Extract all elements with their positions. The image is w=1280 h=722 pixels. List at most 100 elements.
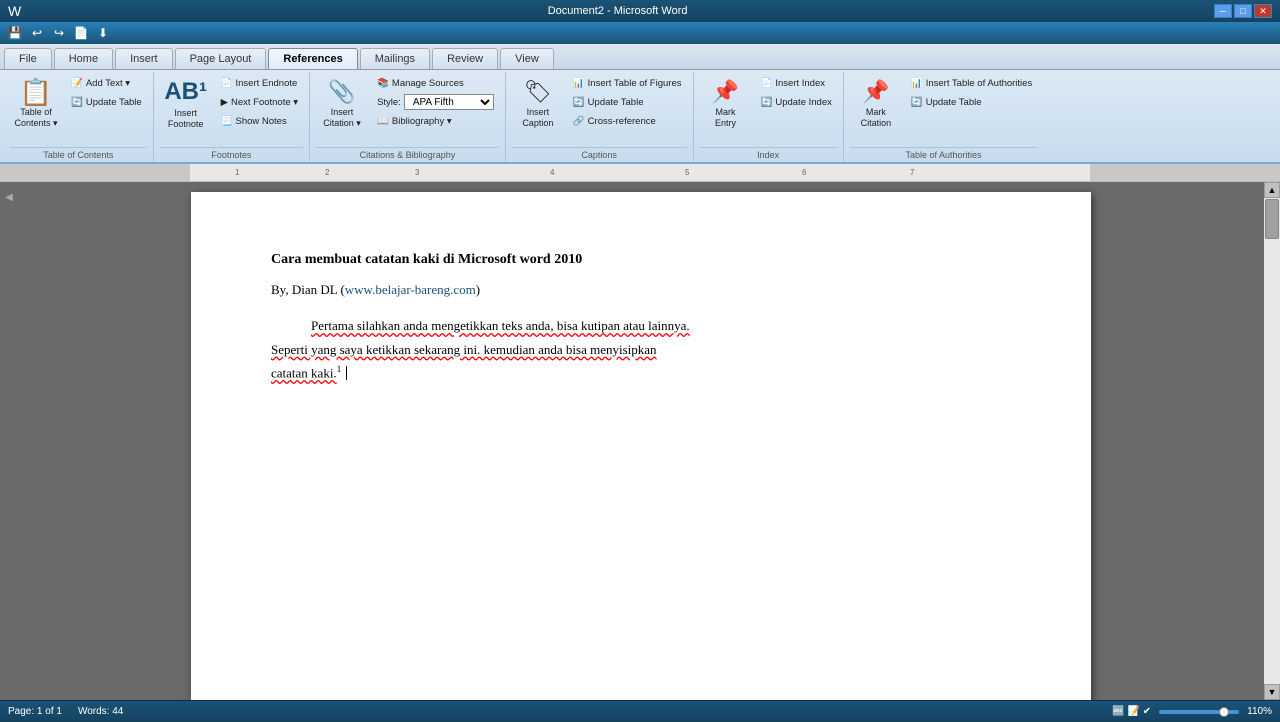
undo-quick-btn[interactable]: ↩ — [28, 24, 46, 42]
citation-label: InsertCitation ▾ — [323, 107, 361, 129]
paragraph-2: Seperti yang saya ketikkan sekarang ini.… — [271, 340, 1011, 360]
mark-citation-label: MarkCitation — [861, 107, 892, 129]
toc-label: Table ofContents ▾ — [14, 107, 57, 129]
manage-sources-button[interactable]: 📚 Manage Sources — [372, 74, 499, 92]
word-icon: W — [8, 3, 21, 19]
text-cursor — [346, 366, 347, 380]
insert-table-figures-label: Insert Table of Figures — [588, 78, 682, 89]
insert-caption-button[interactable]: 🏷 InsertCaption — [512, 74, 564, 134]
manage-sources-label: Manage Sources — [392, 78, 464, 89]
update-cap-icon: 🔄 — [573, 97, 585, 108]
document-body: Pertama silahkan anda mengetikkan teks a… — [271, 316, 1011, 383]
table-of-contents-button[interactable]: 📋 Table ofContents ▾ — [10, 74, 62, 134]
author-suffix: ) — [476, 282, 480, 297]
insert-table-auth-button[interactable]: 📊 Insert Table of Authorities — [906, 74, 1037, 92]
update-table-toc-label: Update Table — [86, 97, 142, 108]
ruler: 1 2 3 4 5 6 7 — [0, 164, 1280, 182]
page-status: Page: 1 of 1 — [8, 706, 62, 717]
document-title: Cara membuat catatan kaki di Microsoft w… — [271, 252, 1011, 268]
left-nav-btn[interactable]: ◀ — [5, 192, 13, 203]
update-table-toc-button[interactable]: 🔄 Update Table — [66, 93, 147, 111]
document-page[interactable]: Cara membuat catatan kaki di Microsoft w… — [191, 192, 1091, 700]
zoom-thumb[interactable] — [1219, 707, 1229, 717]
mark-entry-button[interactable]: 📌 MarkEntry — [700, 74, 752, 134]
tab-view[interactable]: View — [500, 48, 554, 69]
update-table-captions-label: Update Table — [588, 97, 644, 108]
insert-table-figures-button[interactable]: 📊 Insert Table of Figures — [568, 74, 687, 92]
cross-reference-button[interactable]: 🔗 Cross-reference — [568, 112, 687, 130]
table-fig-icon: 📊 — [573, 78, 585, 89]
insert-endnote-button[interactable]: 📄 Insert Endnote — [216, 74, 303, 92]
scroll-thumb[interactable] — [1265, 199, 1279, 239]
insert-caption-label: InsertCaption — [522, 107, 553, 129]
word-count: Words: 44 — [78, 706, 123, 717]
captions-group-label: Captions — [512, 147, 687, 160]
mark-citation-button[interactable]: 📌 MarkCitation — [850, 74, 902, 134]
maximize-button[interactable]: □ — [1234, 4, 1252, 18]
scroll-up-btn[interactable]: ▲ — [1264, 182, 1280, 198]
tab-file[interactable]: File — [4, 48, 52, 69]
tab-review[interactable]: Review — [432, 48, 498, 69]
insert-citation-button[interactable]: 📎 InsertCitation ▾ — [316, 74, 368, 134]
bibliography-label: Bibliography ▾ — [392, 116, 452, 127]
authorities-group-label: Table of Authorities — [850, 147, 1037, 160]
next-footnote-button[interactable]: ▶ Next Footnote ▾ — [216, 93, 303, 111]
zoom-level: 110% — [1247, 706, 1272, 717]
insert-footnote-button[interactable]: AB¹ InsertFootnote — [160, 74, 212, 134]
show-notes-button[interactable]: 📃 Show Notes — [216, 112, 303, 130]
style-label: Style: — [377, 97, 401, 108]
para2-text: Seperti yang saya ketikkan sekarang ini.… — [271, 342, 657, 357]
quick-access-toolbar: 💾 ↩ ↪ 📄 ⬇ — [0, 22, 1280, 44]
tab-mailings[interactable]: Mailings — [360, 48, 430, 69]
update-toc-icon: 🔄 — [71, 97, 83, 108]
next-footnote-label: Next Footnote ▾ — [231, 97, 298, 108]
status-icons: 🔤 📝 ✔ — [1112, 706, 1151, 717]
add-text-button[interactable]: 📝 Add Text ▾ — [66, 74, 147, 92]
paragraph-3: catatan kaki.1 — [271, 363, 1011, 383]
bib-icon: 📖 — [377, 116, 389, 127]
close-button[interactable]: ✕ — [1254, 4, 1272, 18]
ribbon: 📋 Table ofContents ▾ 📝 Add Text ▾ 🔄 Upda… — [0, 70, 1280, 164]
style-select[interactable]: APA Fifth — [404, 94, 494, 110]
bibliography-button[interactable]: 📖 Bibliography ▾ — [372, 112, 499, 130]
endnote-icon: 📄 — [221, 78, 233, 89]
title-bar-title: Document2 - Microsoft Word — [21, 5, 1214, 17]
redo-quick-btn[interactable]: ↪ — [50, 24, 68, 42]
next-fn-icon: ▶ — [221, 97, 228, 108]
title-bar-controls: ─ □ ✕ — [1214, 4, 1272, 18]
ribbon-group-citations: 📎 InsertCitation ▾ 📚 Manage Sources Styl… — [310, 72, 506, 162]
cross-reference-label: Cross-reference — [588, 116, 656, 127]
para1-text: Pertama silahkan anda mengetikkan teks a… — [311, 318, 690, 333]
new-doc-quick-btn[interactable]: 📄 — [72, 24, 90, 42]
main-area: ◀ Cara membuat catatan kaki di Microsoft… — [0, 182, 1280, 700]
author-link[interactable]: www.belajar-bareng.com — [345, 282, 476, 297]
insert-index-button[interactable]: 📄 Insert Index — [756, 74, 837, 92]
update-table-captions-button[interactable]: 🔄 Update Table — [568, 93, 687, 111]
update-index-button[interactable]: 🔄 Update Index — [756, 93, 837, 111]
zoom-slider[interactable] — [1159, 710, 1239, 714]
scrollbar-vertical[interactable]: ▲ ▼ — [1264, 182, 1280, 700]
tab-references[interactable]: References — [268, 48, 357, 69]
tab-page-layout[interactable]: Page Layout — [175, 48, 267, 69]
ribbon-group-authorities: 📌 MarkCitation 📊 Insert Table of Authori… — [844, 72, 1043, 162]
insert-endnote-label: Insert Endnote — [236, 78, 298, 89]
update-table-auth-button[interactable]: 🔄 Update Table — [906, 93, 1037, 111]
insert-idx-icon: 📄 — [761, 78, 773, 89]
scroll-down-btn[interactable]: ▼ — [1264, 684, 1280, 700]
show-notes-label: Show Notes — [236, 116, 287, 127]
update-idx-icon: 🔄 — [761, 97, 773, 108]
document-area: Cara membuat catatan kaki di Microsoft w… — [18, 182, 1264, 700]
tab-insert[interactable]: Insert — [115, 48, 173, 69]
left-scroll-btn: ◀ — [0, 182, 18, 700]
style-dropdown[interactable]: Style: APA Fifth — [372, 93, 499, 111]
ribbon-group-index: 📌 MarkEntry 📄 Insert Index 🔄 Update Inde… — [694, 72, 844, 162]
open-quick-btn[interactable]: ⬇ — [94, 24, 112, 42]
tab-home[interactable]: Home — [54, 48, 113, 69]
scroll-track[interactable] — [1264, 198, 1280, 684]
update-table-auth-label: Update Table — [926, 97, 982, 108]
save-quick-btn[interactable]: 💾 — [6, 24, 24, 42]
cross-ref-icon: 🔗 — [573, 116, 585, 127]
mark-entry-label: MarkEntry — [715, 107, 736, 129]
minimize-button[interactable]: ─ — [1214, 4, 1232, 18]
toc-group-label: Table of Contents — [10, 147, 147, 160]
